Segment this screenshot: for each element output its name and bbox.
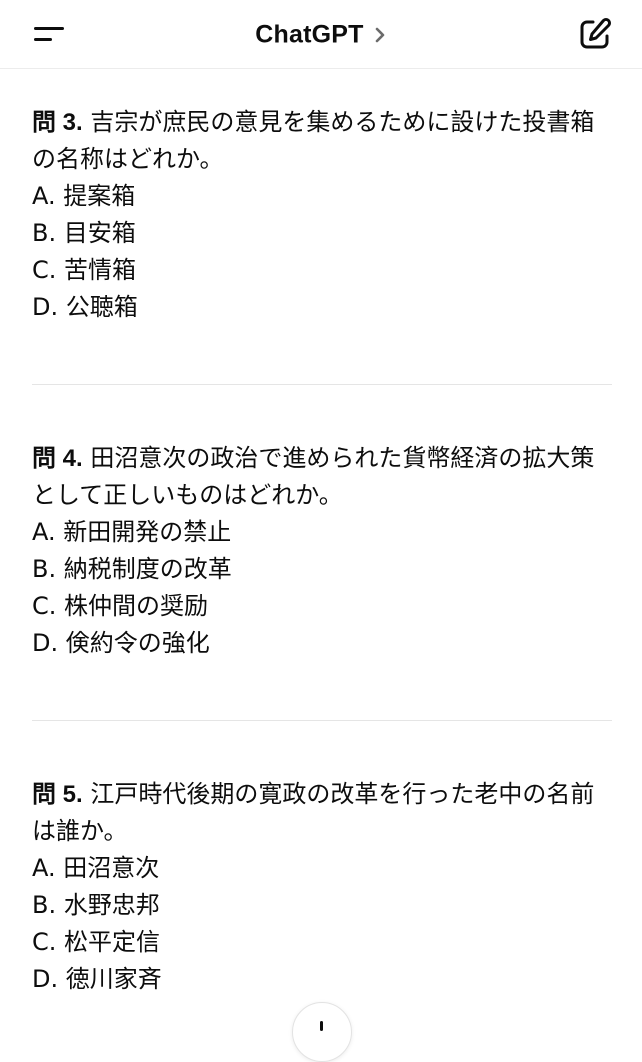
question-block: 問 5. 江戸時代後期の寛政の改革を行った老中の名前は誰か。 A. 田沼意次 B…	[32, 776, 612, 998]
question-number: 問 4.	[32, 445, 83, 472]
question-number: 問 5.	[32, 781, 83, 808]
question-number: 問 3.	[32, 109, 83, 136]
chevron-right-icon	[375, 27, 385, 42]
option-b: B. 納税制度の改革	[32, 555, 232, 583]
option-a: A. 新田開発の禁止	[32, 518, 232, 546]
option-c: C. 松平定信	[32, 928, 161, 956]
divider	[32, 720, 612, 721]
app-header: ChatGPT	[0, 0, 642, 69]
option-d: D. 徳川家斉	[32, 965, 162, 993]
question-text: 吉宗が庶民の意見を集めるために設けた投書箱の名称はどれか。	[32, 108, 595, 173]
app-title: ChatGPT	[255, 20, 364, 49]
option-a: A. 田沼意次	[32, 854, 160, 882]
divider	[32, 384, 612, 385]
option-c: C. 株仲間の奨励	[32, 592, 209, 620]
header-title-area: ChatGPT	[0, 16, 642, 52]
model-selector-button[interactable]: ChatGPT	[255, 16, 386, 53]
message-content: 問 3. 吉宗が庶民の意見を集めるために設けた投書箱の名称はどれか。 A. 提案…	[32, 104, 612, 998]
question-text: 江戸時代後期の寛政の改革を行った老中の名前は誰か。	[32, 780, 595, 845]
option-b: B. 水野忠邦	[32, 891, 160, 919]
question-block: 問 3. 吉宗が庶民の意見を集めるために設けた投書箱の名称はどれか。 A. 提案…	[32, 104, 612, 326]
arrow-down-icon	[320, 1021, 323, 1031]
option-d: D. 倹約令の強化	[32, 629, 210, 657]
compose-icon	[580, 17, 612, 49]
option-b: B. 目安箱	[32, 219, 136, 247]
new-chat-button[interactable]	[576, 15, 614, 53]
option-d: D. 公聴箱	[32, 293, 138, 321]
question-block: 問 4. 田沼意次の政治で進められた貨幣経済の拡大策として正しいものはどれか。 …	[32, 440, 612, 662]
option-a: A. 提案箱	[32, 182, 136, 210]
option-c: C. 苦情箱	[32, 256, 137, 284]
question-text: 田沼意次の政治で進められた貨幣経済の拡大策として正しいものはどれか。	[32, 444, 595, 509]
scroll-to-bottom-button[interactable]	[292, 1002, 352, 1062]
